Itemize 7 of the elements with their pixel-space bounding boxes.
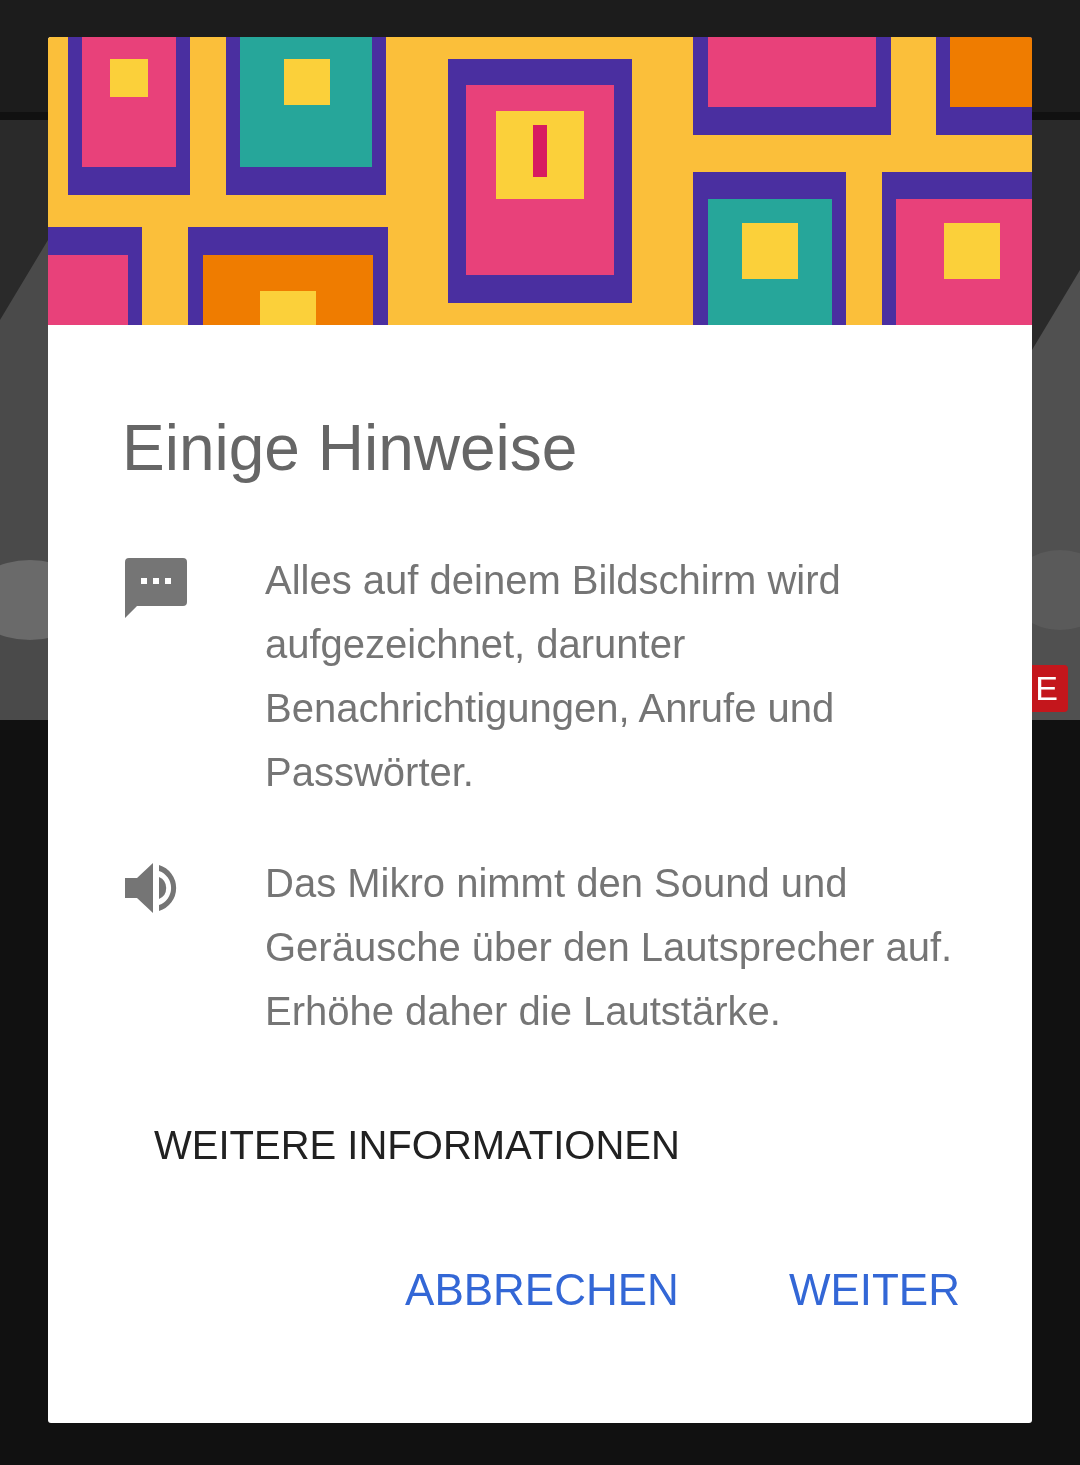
dialog-title: Einige Hinweise <box>122 411 579 486</box>
note-text: Das Mikro nimmt den Sound und Geräusche über den Lautsprecher auf. Erhöhe daher die Lautstärke. <box>265 860 954 1035</box>
note-text: Alles auf deinem Bildschirm wird aufgezeichnet, darunter Benachrichtigungen, Anrufe und Passwörter. <box>265 557 842 796</box>
continue-button[interactable]: WEITER <box>788 1264 960 1316</box>
cancel-button[interactable]: ABBRECHEN <box>405 1264 679 1316</box>
chat-icon <box>125 558 187 618</box>
more-info-link[interactable]: WEITERE INFORMATIONEN <box>154 1121 680 1169</box>
